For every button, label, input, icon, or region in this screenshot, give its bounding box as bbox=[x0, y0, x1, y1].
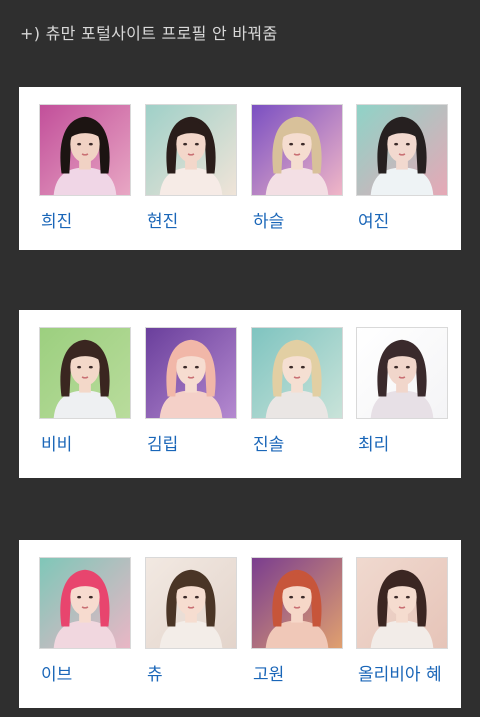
member-cell[interactable]: 희진 bbox=[39, 87, 139, 250]
portrait-icon bbox=[357, 105, 447, 195]
member-name[interactable]: 최리 bbox=[358, 430, 389, 455]
member-photo[interactable] bbox=[251, 557, 343, 649]
portrait-icon bbox=[357, 558, 447, 648]
member-name[interactable]: 츄 bbox=[147, 660, 163, 685]
member-cell[interactable]: 츄 bbox=[145, 540, 245, 708]
portrait-icon bbox=[357, 328, 447, 418]
member-cell[interactable]: 하슬 bbox=[251, 87, 351, 250]
portrait-icon bbox=[146, 328, 236, 418]
member-name[interactable]: 희진 bbox=[41, 207, 72, 232]
member-cell[interactable]: 고원 bbox=[251, 540, 351, 708]
member-cell[interactable]: 여진 bbox=[356, 87, 456, 250]
portrait-icon bbox=[146, 105, 236, 195]
portrait-icon bbox=[40, 105, 130, 195]
member-cell[interactable]: 최리 bbox=[356, 310, 456, 478]
member-photo[interactable] bbox=[356, 557, 448, 649]
member-photo[interactable] bbox=[39, 104, 131, 196]
member-name[interactable]: 김립 bbox=[147, 430, 178, 455]
member-photo[interactable] bbox=[356, 327, 448, 419]
member-name[interactable]: 여진 bbox=[358, 207, 389, 232]
member-cell[interactable]: 이브 bbox=[39, 540, 139, 708]
member-cell[interactable]: 현진 bbox=[145, 87, 245, 250]
member-name[interactable]: 비비 bbox=[41, 430, 72, 455]
member-name[interactable]: 올리비아 혜 bbox=[358, 660, 442, 685]
member-photo[interactable] bbox=[39, 327, 131, 419]
portrait-icon bbox=[40, 328, 130, 418]
member-cell[interactable]: 비비 bbox=[39, 310, 139, 478]
member-cell[interactable]: 올리비아 혜 bbox=[356, 540, 456, 708]
member-cell[interactable]: 김립 bbox=[145, 310, 245, 478]
member-photo[interactable] bbox=[145, 327, 237, 419]
member-cell[interactable]: 진솔 bbox=[251, 310, 351, 478]
member-photo[interactable] bbox=[356, 104, 448, 196]
member-name[interactable]: 진솔 bbox=[253, 430, 284, 455]
member-photo[interactable] bbox=[39, 557, 131, 649]
portrait-icon bbox=[252, 328, 342, 418]
member-photo[interactable] bbox=[251, 327, 343, 419]
member-photo[interactable] bbox=[145, 104, 237, 196]
profile-card-1: 희진 현진 하슬 여진 bbox=[19, 87, 461, 250]
portrait-icon bbox=[40, 558, 130, 648]
portrait-icon bbox=[252, 105, 342, 195]
portrait-icon bbox=[252, 558, 342, 648]
profile-card-3: 이브 츄 고원 올리비아 혜 bbox=[19, 540, 461, 708]
member-name[interactable]: 현진 bbox=[147, 207, 178, 232]
caption-note: +) 츄만 포털사이트 프로필 안 바꿔줌 bbox=[20, 24, 278, 43]
member-name[interactable]: 고원 bbox=[253, 660, 284, 685]
profile-card-2: 비비 김립 진솔 최리 bbox=[19, 310, 461, 478]
member-name[interactable]: 이브 bbox=[41, 660, 72, 685]
member-photo[interactable] bbox=[145, 557, 237, 649]
member-name[interactable]: 하슬 bbox=[253, 207, 284, 232]
portrait-icon bbox=[146, 558, 236, 648]
member-photo[interactable] bbox=[251, 104, 343, 196]
